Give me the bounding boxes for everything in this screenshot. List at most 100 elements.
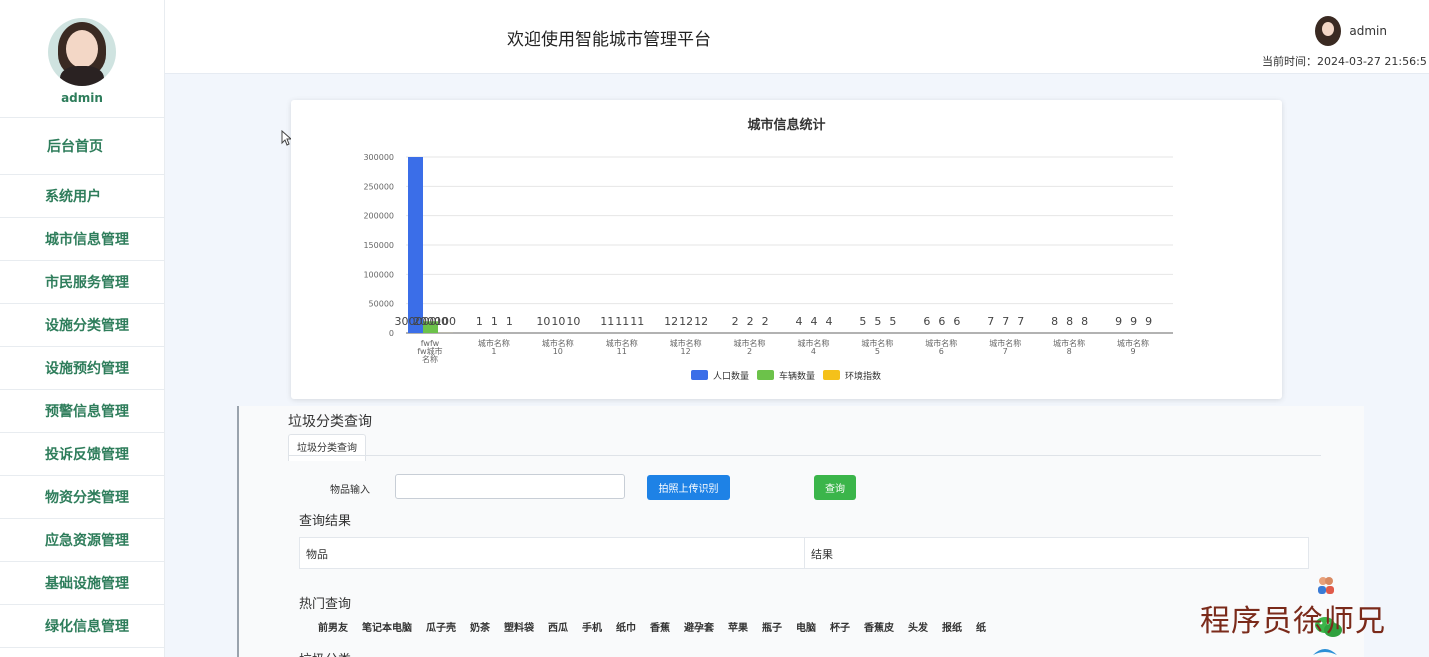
- data-label: 1: [491, 315, 498, 328]
- hot-search-item[interactable]: 前男友: [318, 619, 348, 634]
- hot-search-item[interactable]: 报纸: [942, 619, 962, 634]
- data-label: 7: [987, 315, 994, 328]
- hot-search-item[interactable]: 塑料袋: [504, 619, 534, 634]
- sidebar-item-complaints[interactable]: 投诉反馈管理: [0, 433, 164, 476]
- hot-search-item[interactable]: 纸: [976, 619, 986, 634]
- garbage-panel-title: 垃圾分类查询: [288, 414, 372, 430]
- data-label: 12: [694, 315, 708, 328]
- y-tick-label: 200000: [363, 212, 394, 221]
- data-label: 9: [1115, 315, 1122, 328]
- hot-search-item[interactable]: 香蕉皮: [864, 619, 894, 634]
- watermark-text: 程序员徐师兄: [1200, 604, 1386, 639]
- hot-search-item[interactable]: 苹果: [728, 619, 748, 634]
- result-table-header: 物品 结果: [299, 537, 1309, 569]
- hot-search-item[interactable]: 瓶子: [762, 619, 782, 634]
- hot-search-item[interactable]: 奶茶: [470, 619, 490, 634]
- hot-search-title: 热门查询: [299, 597, 352, 612]
- item-input-label: 物品输入: [330, 485, 370, 496]
- garbage-category-title: 垃圾分类: [299, 649, 351, 657]
- x-tick-label: 1: [491, 347, 496, 356]
- data-label: 2: [747, 315, 754, 328]
- data-label: 1: [506, 315, 513, 328]
- data-label: 6: [953, 315, 960, 328]
- data-label: 5: [859, 315, 866, 328]
- data-label: 7: [1002, 315, 1009, 328]
- hot-search-item[interactable]: 电脑: [796, 619, 816, 634]
- y-tick-label: 300000: [363, 153, 394, 162]
- current-time: 当前时间：2024-03-27 21:56:5: [1262, 55, 1427, 68]
- legend-label: 人口数量: [713, 370, 749, 382]
- data-label: 4: [826, 315, 833, 328]
- x-tick-label: 4: [811, 347, 816, 356]
- sidebar-item-warning-info[interactable]: 预警信息管理: [0, 390, 164, 433]
- hot-search-item[interactable]: 避孕套: [684, 619, 714, 634]
- data-label: 100: [435, 315, 456, 328]
- data-label: 5: [874, 315, 881, 328]
- hot-search-item[interactable]: 纸巾: [616, 619, 636, 634]
- data-label: 10: [551, 315, 565, 328]
- avatar[interactable]: [48, 18, 116, 86]
- query-button[interactable]: 查询: [814, 475, 856, 500]
- header-user[interactable]: admin: [1315, 16, 1387, 46]
- data-label: 11: [630, 315, 644, 328]
- data-label: 4: [811, 315, 818, 328]
- x-tick-label: 8: [1067, 347, 1072, 356]
- legend-label: 环境指数: [845, 370, 881, 382]
- hot-search-item[interactable]: 笔记本电脑: [362, 619, 412, 634]
- hot-search-item[interactable]: 瓜子壳: [426, 619, 456, 634]
- x-tick-label: 5: [875, 347, 880, 356]
- x-tick-label: 7: [1003, 347, 1008, 356]
- data-label: 1: [476, 315, 483, 328]
- hot-search-item[interactable]: 西瓜: [548, 619, 568, 634]
- sidebar-item-greening[interactable]: 绿化信息管理: [0, 605, 164, 648]
- data-label: 9: [1130, 315, 1137, 328]
- data-label: 2: [732, 315, 739, 328]
- column-header-result: 结果: [811, 548, 833, 561]
- sidebar-item-emergency-resources[interactable]: 应急资源管理: [0, 519, 164, 562]
- x-tick-label: 10: [553, 347, 563, 356]
- y-tick-label: 100000: [363, 270, 394, 279]
- data-label: 7: [1017, 315, 1024, 328]
- data-label: 6: [938, 315, 945, 328]
- sidebar-item-facility-booking[interactable]: 设施预约管理: [0, 347, 164, 390]
- sidebar-username: admin: [61, 91, 103, 105]
- legend-swatch: [757, 370, 774, 380]
- bird-icon: [1313, 649, 1337, 655]
- data-label: 8: [1081, 315, 1088, 328]
- hot-search-item[interactable]: 杯子: [830, 619, 850, 634]
- sidebar-item-material-category[interactable]: 物资分类管理: [0, 476, 164, 519]
- top-header: 欢迎使用智能城市管理平台 admin 当前时间：2024-03-27 21:56…: [165, 0, 1429, 74]
- city-stats-chart: 0500001000001500002000002500003000003000…: [363, 153, 1173, 382]
- sidebar-item-home[interactable]: 后台首页: [0, 118, 164, 175]
- people-icon: [1318, 577, 1334, 594]
- sidebar-item-infrastructure[interactable]: 基础设施管理: [0, 562, 164, 605]
- legend-label: 车辆数量: [779, 370, 815, 382]
- sidebar-item-citizen-service[interactable]: 市民服务管理: [0, 261, 164, 304]
- data-label: 8: [1066, 315, 1073, 328]
- header-avatar[interactable]: [1315, 16, 1342, 46]
- bar: [408, 157, 423, 333]
- data-label: 6: [923, 315, 930, 328]
- x-tick-label: 2: [747, 347, 752, 356]
- sidebar-item-city-info[interactable]: 城市信息管理: [0, 218, 164, 261]
- data-label: 11: [600, 315, 614, 328]
- item-input[interactable]: [395, 474, 625, 499]
- x-tick-label: 12: [681, 347, 691, 356]
- tab-garbage-query[interactable]: 垃圾分类查询: [288, 434, 366, 461]
- sidebar: admin 后台首页 系统用户 城市信息管理 市民服务管理 设施分类管理 设施预…: [0, 0, 165, 657]
- x-tick-label: 名称: [422, 354, 438, 364]
- x-tick-label: 9: [1130, 347, 1135, 356]
- sidebar-item-system-users[interactable]: 系统用户: [0, 175, 164, 218]
- hot-search-item[interactable]: 手机: [582, 619, 602, 634]
- data-label: 4: [796, 315, 803, 328]
- hot-search-item[interactable]: 头发: [908, 619, 928, 634]
- hot-search-item[interactable]: 香蕉: [650, 619, 670, 634]
- y-tick-label: 50000: [369, 300, 394, 309]
- sidebar-item-facility-category[interactable]: 设施分类管理: [0, 304, 164, 347]
- photo-upload-button[interactable]: 拍照上传识别: [647, 475, 730, 500]
- page-title: 欢迎使用智能城市管理平台: [507, 30, 711, 50]
- data-label: 2: [762, 315, 769, 328]
- data-label: 12: [664, 315, 678, 328]
- y-tick-label: 0: [389, 329, 394, 338]
- city-stats-chart-card: 0 50000 100000 150000 200000 250000 300000 3000…: [291, 100, 1282, 399]
